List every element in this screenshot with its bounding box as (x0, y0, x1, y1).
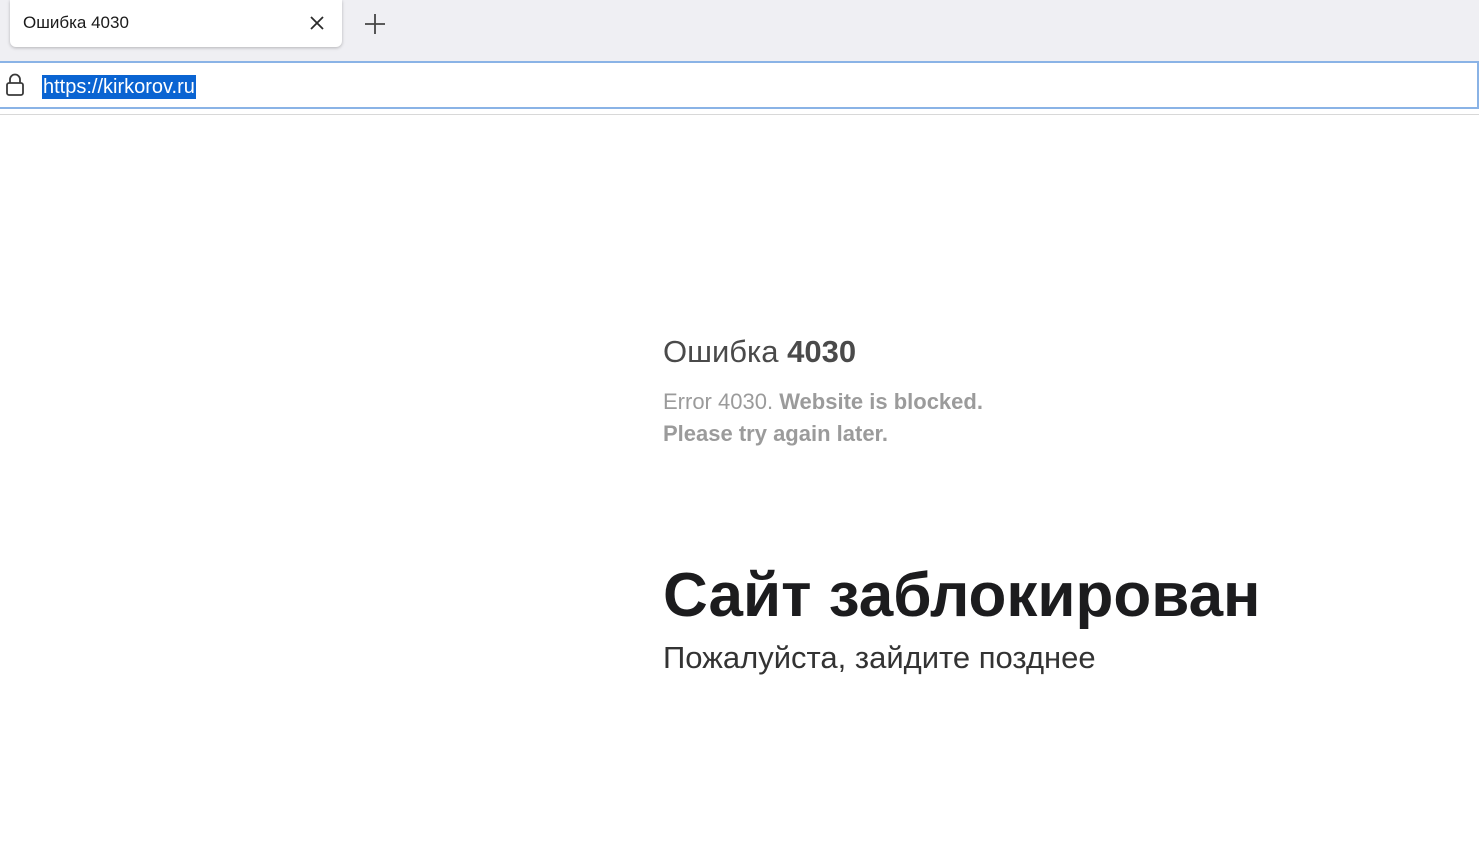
tab-strip: Ошибка 4030 (0, 0, 1479, 61)
active-tab[interactable]: Ошибка 4030 (10, 0, 342, 47)
blocked-headline: Сайт заблокирован (663, 561, 1261, 630)
close-icon[interactable] (306, 12, 328, 34)
plus-icon[interactable] (362, 11, 388, 37)
error-heading: Ошибка 4030 (663, 330, 1443, 374)
lock-icon[interactable] (5, 73, 25, 97)
toolbar-divider (0, 114, 1479, 115)
error-line1-prefix: Error 4030. (663, 389, 774, 414)
address-bar[interactable]: https://kirkorov.ru (0, 61, 1479, 109)
error-heading-prefix: Ошибка (663, 334, 779, 369)
error-content: Ошибка 4030 Error 4030. Website is block… (663, 330, 1443, 680)
error-description: Error 4030. Website is blocked. Please tr… (663, 386, 1443, 450)
url-text[interactable]: https://kirkorov.ru (42, 75, 196, 99)
error-code: 4030 (787, 334, 857, 369)
try-later-text: Пожалуйста, зайдите позднее (663, 640, 1096, 675)
error-line1-bold: Website is blocked. (779, 389, 983, 414)
tab-title: Ошибка 4030 (23, 13, 129, 32)
error-line2: Please try again later. (663, 421, 889, 446)
